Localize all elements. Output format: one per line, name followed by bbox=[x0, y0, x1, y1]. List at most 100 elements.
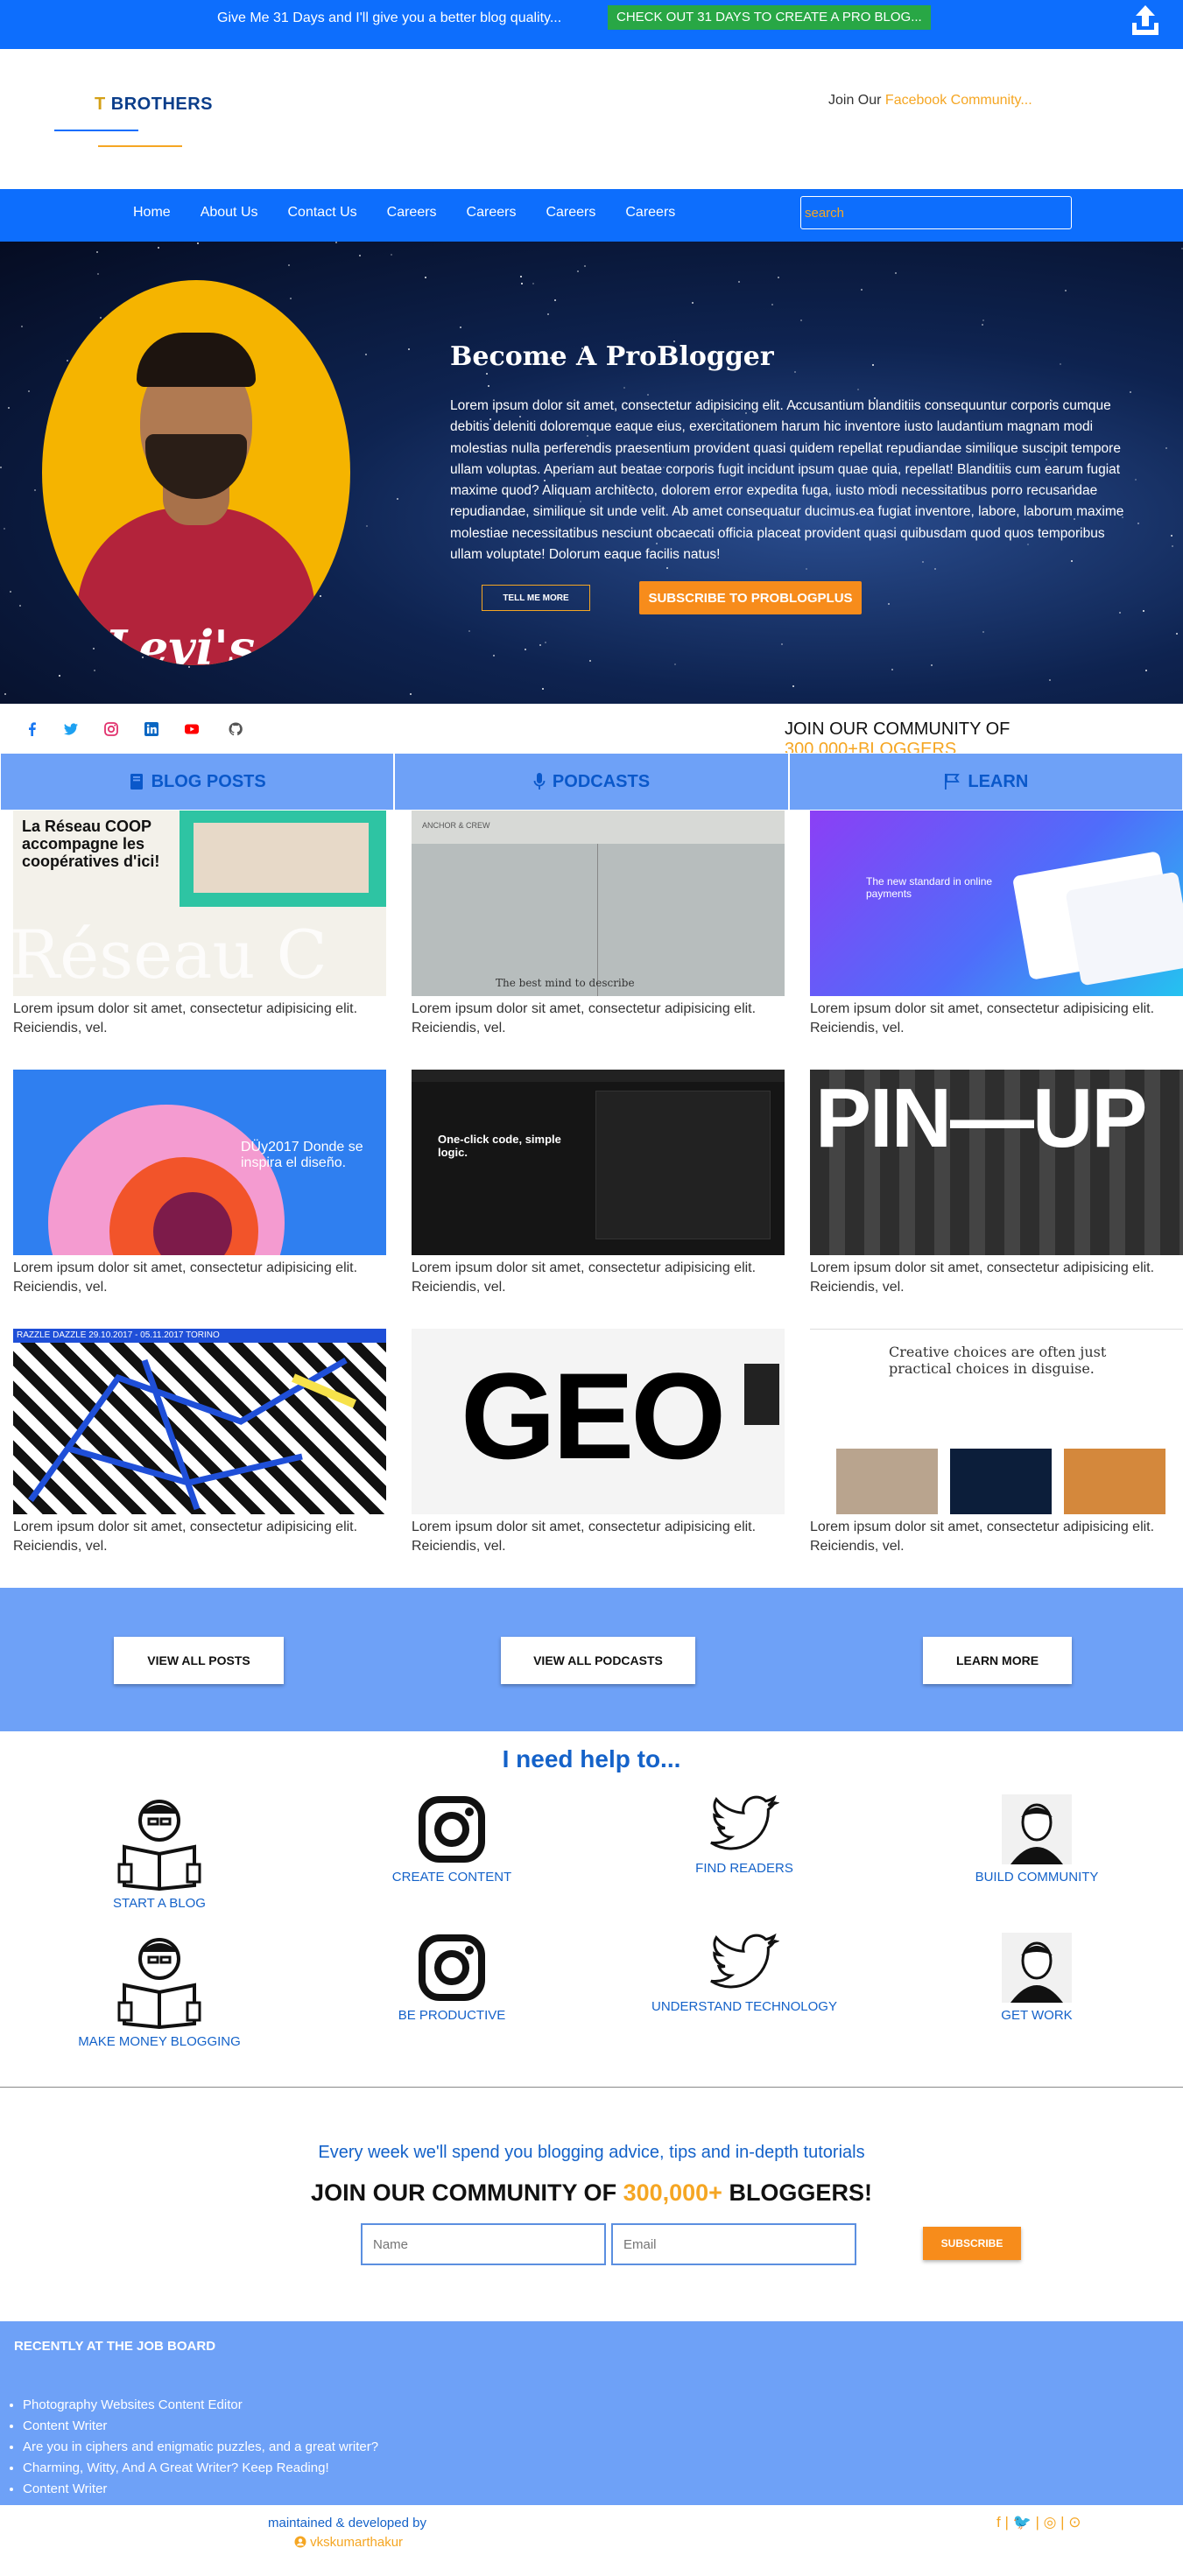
subscribe-button[interactable]: SUBSCRIBE bbox=[923, 2227, 1021, 2260]
twitter-icon[interactable] bbox=[63, 721, 79, 737]
star-decoration bbox=[4, 528, 5, 530]
post-thumbnail[interactable]: GEO bbox=[412, 1329, 785, 1514]
star-decoration bbox=[584, 265, 586, 267]
job-item[interactable]: Content Writer bbox=[23, 2416, 378, 2437]
star-decoration bbox=[521, 283, 523, 284]
star-decoration bbox=[792, 685, 794, 687]
name-input[interactable] bbox=[361, 2223, 606, 2265]
star-decoration bbox=[738, 281, 740, 283]
hero-description: Lorem ipsum dolor sit amet, consectetur … bbox=[450, 398, 1124, 563]
view-all-posts-button[interactable]: VIEW ALL POSTS bbox=[114, 1637, 284, 1684]
tab-blog-posts[interactable]: BLOG POSTS bbox=[0, 753, 395, 811]
31-days-cta-button[interactable]: CHECK OUT 31 DAYS TO CREATE A PRO BLOG..… bbox=[608, 5, 931, 30]
site-logo[interactable]: T BROTHERS bbox=[95, 95, 213, 115]
star-decoration bbox=[771, 304, 773, 305]
job-item[interactable]: Charming, Witty, And A Great Writer? Kee… bbox=[23, 2458, 378, 2479]
post-thumbnail[interactable]: RAZZLE DAZZLE 29.10.2017 - 05.11.2017 TO… bbox=[13, 1329, 386, 1514]
post-thumbnail[interactable]: Creative choices are often just practica… bbox=[810, 1329, 1183, 1514]
star-decoration bbox=[94, 670, 95, 671]
star-decoration bbox=[666, 567, 668, 569]
post-card[interactable]: La Réseau COOP accompagne les coopérativ… bbox=[13, 811, 386, 1038]
post-thumbnail[interactable]: The new standard in online payments bbox=[810, 811, 1183, 996]
post-thumbnail[interactable]: One-click code, simple logic. bbox=[412, 1070, 785, 1255]
tell-me-more-button[interactable]: TELL ME MORE bbox=[482, 585, 590, 611]
post-thumbnail[interactable]: PIN—UP bbox=[810, 1070, 1183, 1255]
join-facebook-text: Join Our Facebook Community... bbox=[828, 93, 1032, 108]
help-make-money-blogging[interactable]: MAKE MONEY BLOGGING bbox=[46, 1933, 273, 2049]
star-decoration bbox=[888, 603, 890, 605]
tab-podcasts[interactable]: PODCASTS bbox=[394, 753, 789, 811]
star-decoration bbox=[197, 242, 199, 244]
subscribe-problogplus-button[interactable]: SUBSCRIBE TO PROBLOGPLUS bbox=[639, 581, 862, 614]
microphone-icon bbox=[533, 773, 546, 790]
help-get-work[interactable]: GET WORK bbox=[923, 1933, 1151, 2023]
logo-underline-orange bbox=[98, 145, 182, 147]
post-thumbnail[interactable]: La Réseau COOP accompagne les coopérativ… bbox=[13, 811, 386, 996]
footer-author[interactable]: vkskumarthakur bbox=[294, 2535, 403, 2550]
upload-icon[interactable] bbox=[1130, 4, 1161, 39]
nav-about-us[interactable]: About Us bbox=[201, 205, 258, 221]
facebook-community-link[interactable]: Facebook Community... bbox=[885, 93, 1032, 108]
star-decoration bbox=[1176, 633, 1178, 635]
nav-careers[interactable]: Careers bbox=[546, 205, 595, 221]
facebook-icon[interactable] bbox=[25, 721, 40, 737]
github-icon[interactable] bbox=[228, 721, 243, 737]
nav-careers[interactable]: Careers bbox=[387, 205, 437, 221]
top-announcement-bar: Give Me 31 Days and I'll give you a bett… bbox=[0, 0, 1183, 49]
instagram-icon[interactable] bbox=[103, 721, 119, 737]
post-card[interactable]: DÜy2017 Donde se inspira el diseño. Lore… bbox=[13, 1070, 386, 1297]
content-tabs: BLOG POSTS PODCASTS LEARN bbox=[0, 753, 1183, 811]
nav-careers[interactable]: Careers bbox=[467, 205, 517, 221]
star-decoration bbox=[520, 276, 522, 277]
star-decoration bbox=[19, 605, 21, 607]
post-caption: Lorem ipsum dolor sit amet, consectetur … bbox=[412, 1520, 757, 1554]
email-input[interactable] bbox=[611, 2223, 856, 2265]
star-decoration bbox=[794, 371, 796, 373]
star-decoration bbox=[290, 298, 292, 299]
post-thumbnail[interactable]: ANCHOR & CREW The best mind to describe bbox=[412, 811, 785, 996]
help-understand-technology[interactable]: UNDERSTAND TECHNOLOGY bbox=[630, 1933, 858, 2014]
star-decoration bbox=[539, 644, 541, 646]
tab-learn[interactable]: LEARN bbox=[788, 753, 1183, 811]
star-decoration bbox=[857, 389, 859, 390]
post-caption: Lorem ipsum dolor sit amet, consectetur … bbox=[13, 1520, 358, 1554]
star-decoration bbox=[96, 251, 98, 253]
help-start-a-blog[interactable]: START A BLOG bbox=[46, 1794, 273, 1911]
nav-home[interactable]: Home bbox=[133, 205, 171, 221]
job-item[interactable]: Are you in ciphers and enigmatic puzzles… bbox=[23, 2437, 378, 2458]
linkedin-icon[interactable] bbox=[144, 721, 159, 737]
help-create-content[interactable]: CREATE CONTENT bbox=[338, 1794, 566, 1885]
view-all-podcasts-button[interactable]: VIEW ALL PODCASTS bbox=[501, 1637, 695, 1684]
job-item[interactable]: Content Writer bbox=[23, 2479, 378, 2500]
learn-more-button[interactable]: LEARN MORE bbox=[923, 1637, 1072, 1684]
search-input[interactable] bbox=[800, 196, 1072, 229]
instagram-icon bbox=[419, 1796, 485, 1863]
job-item[interactable]: Photography Websites Content Editor bbox=[23, 2395, 378, 2416]
star-decoration bbox=[468, 630, 470, 632]
youtube-icon[interactable] bbox=[184, 721, 200, 737]
post-card[interactable]: Creative choices are often just practica… bbox=[810, 1329, 1183, 1556]
person-icon bbox=[1002, 1794, 1072, 1864]
job-board-title: RECENTLY AT THE JOB BOARD bbox=[14, 2339, 216, 2354]
post-card[interactable]: GEO Lorem ipsum dolor sit amet, consecte… bbox=[412, 1329, 785, 1556]
help-find-readers[interactable]: FIND READERS bbox=[630, 1794, 858, 1876]
book-icon bbox=[130, 774, 143, 790]
site-footer: maintained & developed by vkskumarthakur… bbox=[0, 2505, 1183, 2576]
star-decoration bbox=[21, 326, 23, 327]
post-card[interactable]: The new standard in online payments Lore… bbox=[810, 811, 1183, 1038]
help-build-community[interactable]: BUILD COMMUNITY bbox=[923, 1794, 1151, 1885]
post-card[interactable]: One-click code, simple logic. Lorem ipsu… bbox=[412, 1070, 785, 1297]
footer-social-icons[interactable]: f | 🐦 | ◎ | ⊙ bbox=[996, 2514, 1081, 2531]
post-card[interactable]: PIN—UP Lorem ipsum dolor sit amet, conse… bbox=[810, 1070, 1183, 1297]
star-decoration bbox=[532, 283, 534, 284]
help-be-productive[interactable]: BE PRODUCTIVE bbox=[338, 1933, 566, 2023]
post-card[interactable]: ANCHOR & CREW The best mind to describe … bbox=[412, 811, 785, 1038]
nav-contact-us[interactable]: Contact Us bbox=[288, 205, 357, 221]
post-caption: Lorem ipsum dolor sit amet, consectetur … bbox=[810, 1520, 1155, 1554]
post-thumbnail[interactable]: DÜy2017 Donde se inspira el diseño. bbox=[13, 1070, 386, 1255]
reader-icon bbox=[117, 1938, 201, 2029]
post-card[interactable]: RAZZLE DAZZLE 29.10.2017 - 05.11.2017 TO… bbox=[13, 1329, 386, 1556]
star-decoration bbox=[1143, 610, 1144, 612]
logo-underline-blue bbox=[54, 130, 138, 131]
nav-careers[interactable]: Careers bbox=[625, 205, 675, 221]
